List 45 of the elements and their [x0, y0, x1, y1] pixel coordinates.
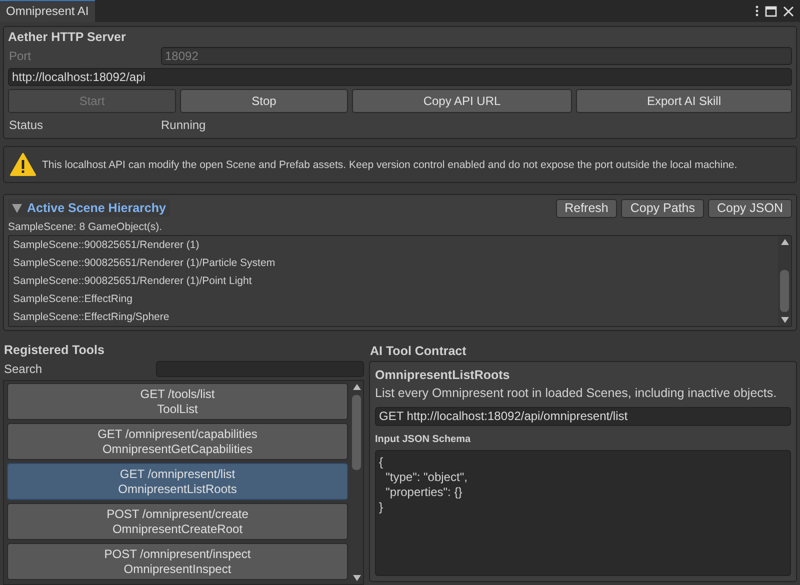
port-field[interactable]: 18092 — [161, 47, 792, 65]
search-label: Search — [3, 362, 44, 376]
close-icon[interactable] — [783, 6, 794, 16]
scene-summary: SampleScene: 8 GameObject(s). — [8, 221, 164, 233]
endpoint-field[interactable]: GET http://localhost:18092/api/omnipresent/list — [375, 407, 791, 426]
tool-description: List every Omnipresent root in loaded Scenes, including inactive objects. — [375, 385, 778, 402]
contract-title: AI Tool Contract — [369, 343, 468, 360]
hierarchy-item[interactable]: SampleScene::900825651/Renderer (1) — [13, 236, 778, 254]
schema-text-area[interactable]: { "type": "object", "properties": {} } — [375, 450, 791, 576]
status-label: Status — [8, 118, 44, 132]
scrollbar[interactable] — [350, 381, 363, 584]
scroll-down-icon[interactable] — [780, 317, 788, 323]
window-tab[interactable]: Omnipresent AI — [0, 0, 95, 22]
warning-icon — [10, 153, 36, 176]
tool-item[interactable]: POST /omnipresent/create OmnipresentCreateRoot — [7, 503, 348, 540]
more-options-icon[interactable] — [755, 5, 759, 17]
hierarchy-item[interactable]: SampleScene::900825651/Renderer (1)/Point Light — [13, 272, 778, 290]
tool-item[interactable]: GET /omnipresent/capabilities OmnipresentGetCapabilities — [7, 423, 348, 460]
scroll-up-icon[interactable] — [352, 384, 360, 390]
tool-item[interactable]: POST /omnipresent/inspect OmnipresentInspect — [7, 543, 348, 580]
hierarchy-button[interactable]: Copy JSON — [708, 198, 792, 218]
hierarchy-item[interactable]: SampleScene::EffectRing — [13, 290, 778, 308]
hierarchy-button[interactable]: Refresh — [556, 198, 618, 218]
server-button[interactable]: Stop — [180, 89, 348, 113]
hierarchy-foldout[interactable]: Active Scene Hierarchy — [8, 199, 170, 217]
hierarchy-item[interactable]: SampleScene::EffectRing/Sphere — [13, 308, 778, 326]
hierarchy-button[interactable]: Copy Paths — [621, 198, 704, 218]
scroll-down-icon[interactable] — [352, 575, 360, 581]
status-value: Running — [161, 118, 206, 132]
hierarchy-item[interactable]: SampleScene::900825651/Renderer (1)/Particle System — [13, 254, 778, 272]
tool-item[interactable]: GET /omnipresent/list OmnipresentListRoots — [7, 463, 348, 500]
scroll-up-icon[interactable] — [780, 239, 788, 245]
server-button[interactable]: Copy API URL — [352, 89, 572, 113]
warning-text: This localhost API can modify the open Scene and Prefab assets. Keep version control enabled and do not expose the port outside the local machine. — [42, 158, 738, 170]
port-label: Port — [8, 49, 32, 63]
scrollbar[interactable] — [778, 236, 791, 326]
tools-title: Registered Tools — [3, 342, 106, 359]
tool-name: OmnipresentListRoots — [375, 367, 511, 384]
tool-item[interactable]: GET /tools/list ToolList — [7, 383, 348, 420]
server-button[interactable]: Export AI Skill — [576, 89, 792, 113]
schema-label: Input JSON Schema — [375, 434, 472, 445]
url-field[interactable]: http://localhost:18092/api — [8, 68, 792, 86]
maximize-icon[interactable] — [765, 6, 777, 16]
section-title: Aether HTTP Server — [8, 30, 127, 44]
foldout-arrow-icon — [12, 204, 22, 212]
